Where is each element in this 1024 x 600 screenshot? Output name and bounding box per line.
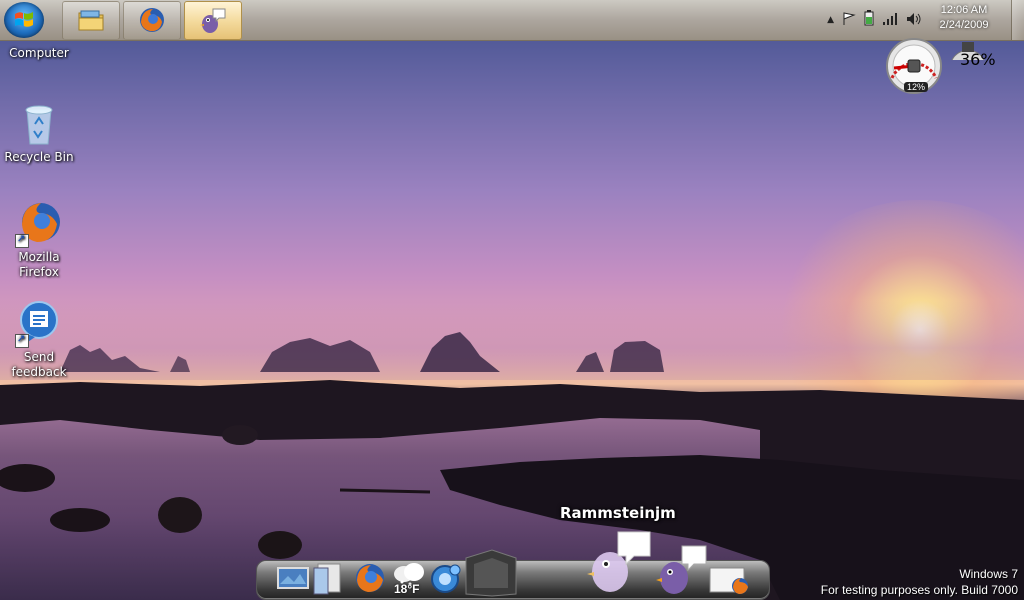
- shortcut-arrow-icon: [15, 232, 29, 248]
- windows-logo-icon: [15, 12, 33, 27]
- battery-icon[interactable]: [864, 10, 874, 30]
- signal-icon[interactable]: [882, 11, 898, 30]
- clock-date: 2/24/2009: [939, 19, 989, 31]
- send-feedback-label-line1: Send: [23, 350, 55, 364]
- system-tray: ▲: [827, 10, 922, 30]
- memory-percent: 36%: [960, 50, 996, 69]
- pidgin-icon: [200, 8, 226, 33]
- volume-icon[interactable]: [906, 11, 922, 30]
- clock-time: 12:06 AM: [940, 4, 988, 16]
- send-feedback-label-line2: feedback: [11, 365, 67, 379]
- watermark-line2: For testing purposes only. Build 7000: [820, 583, 1018, 597]
- watermark-line1: Windows 7: [959, 567, 1018, 581]
- desktop-icon-computer[interactable]: Computer: [1, 46, 77, 61]
- show-desktop-button[interactable]: [1011, 0, 1024, 40]
- weather-temperature: 18°F: [394, 582, 420, 596]
- folder-icon: [78, 10, 104, 31]
- desktop-icon-recycle-bin[interactable]: Recycle Bin: [1, 100, 77, 165]
- computer-icon[interactable]: [462, 548, 520, 598]
- show-hidden-icon[interactable]: ▲: [827, 15, 834, 25]
- cpu-meter-gadget[interactable]: 12%: [876, 38, 956, 100]
- wallpaper-rocks: [0, 332, 1024, 600]
- clock[interactable]: 12:06 AM 2/24/2009: [924, 3, 1004, 33]
- firefox-icon[interactable]: [352, 562, 388, 596]
- firefox-label-line2: Firefox: [19, 265, 59, 279]
- cpu-percent: 12%: [904, 82, 929, 92]
- taskbar-button-firefox[interactable]: [123, 1, 181, 40]
- memory-meter-gadget[interactable]: 36%: [948, 36, 996, 69]
- recycle-bin-label: Recycle Bin: [4, 150, 74, 164]
- desktop-icon[interactable]: [276, 564, 310, 594]
- dock-hover-label: Rammsteinjm: [560, 504, 676, 522]
- firefox-icon: [140, 8, 164, 32]
- settings-icon[interactable]: [428, 562, 462, 596]
- taskbar-button-pidgin[interactable]: [184, 1, 242, 40]
- firefox-label-line1: Mozilla: [18, 250, 60, 264]
- flag-icon[interactable]: [842, 11, 856, 30]
- shortcut-arrow-icon: [15, 332, 29, 348]
- documents-icon[interactable]: [312, 560, 350, 596]
- pidgin-icon[interactable]: [654, 544, 710, 596]
- pidgin-icon[interactable]: [586, 530, 654, 596]
- taskbar: ▲ 12:06 AM 2/24/2009: [0, 0, 1024, 41]
- recycle-bin-icon: [25, 105, 53, 145]
- taskbar-button-explorer[interactable]: [62, 1, 120, 40]
- desktop-icon-send-feedback[interactable]: Send feedback: [1, 300, 77, 380]
- computer-label: Computer: [9, 46, 69, 60]
- start-button[interactable]: [4, 2, 44, 38]
- windows-watermark: Windows 7 For testing purposes only. Bui…: [821, 566, 1018, 598]
- firefox-icon[interactable]: [708, 566, 752, 596]
- desktop-icon-firefox[interactable]: Mozilla Firefox: [1, 200, 77, 280]
